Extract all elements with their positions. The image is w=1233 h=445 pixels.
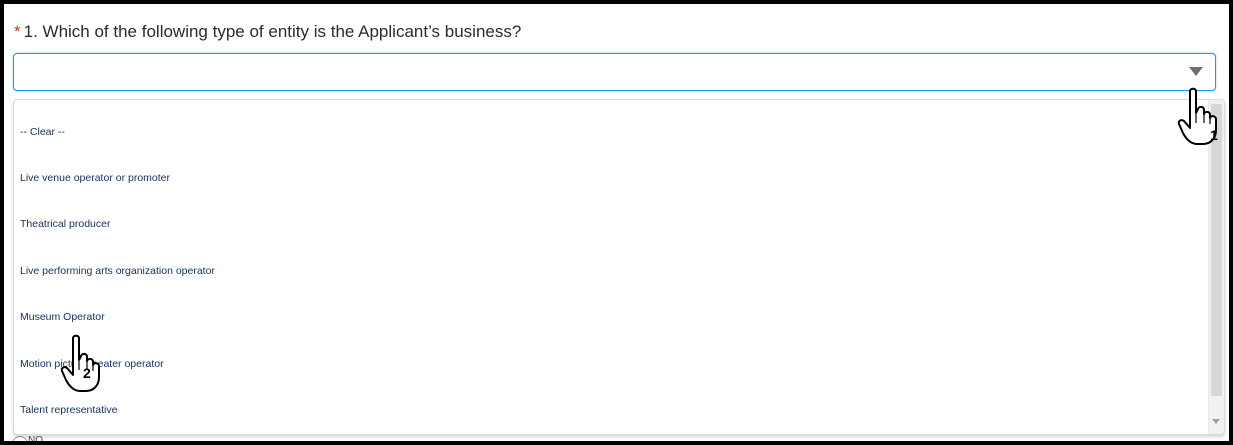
- hand-pointer-icon: 2: [60, 334, 100, 392]
- hand-pointer-icon: 1: [1177, 87, 1218, 145]
- question-text: 1. Which of the following type of entity…: [23, 22, 522, 41]
- required-asterisk: *: [14, 22, 21, 41]
- screenshot-frame: * 1. Which of the following type of entit…: [4, 4, 1229, 441]
- scroll-down-arrow-icon[interactable]: [1212, 419, 1220, 424]
- dropdown-scrollbar[interactable]: [1208, 100, 1224, 434]
- step-number-1: 1: [1210, 127, 1218, 143]
- step-number-2: 2: [83, 365, 91, 381]
- option-museum-operator[interactable]: Museum Operator: [20, 311, 105, 323]
- option-theatrical-producer[interactable]: Theatrical producer: [20, 218, 110, 230]
- option-performing-arts[interactable]: Live performing arts organization operat…: [20, 265, 215, 277]
- radio-button-fragment[interactable]: [12, 436, 28, 441]
- dropdown-listbox[interactable]: -- Clear -- Live venue operator or promo…: [13, 99, 1225, 435]
- option-talent-representative[interactable]: Talent representative: [20, 404, 117, 416]
- behind-option-label: NO: [28, 435, 43, 441]
- scrollbar-thumb[interactable]: [1211, 104, 1222, 396]
- option-clear[interactable]: -- Clear --: [20, 126, 65, 138]
- option-live-venue[interactable]: Live venue operator or promoter: [20, 172, 170, 184]
- entity-type-select[interactable]: [13, 53, 1216, 91]
- question-label: * 1. Which of the following type of entit…: [14, 22, 521, 42]
- chevron-down-icon[interactable]: [1189, 67, 1203, 76]
